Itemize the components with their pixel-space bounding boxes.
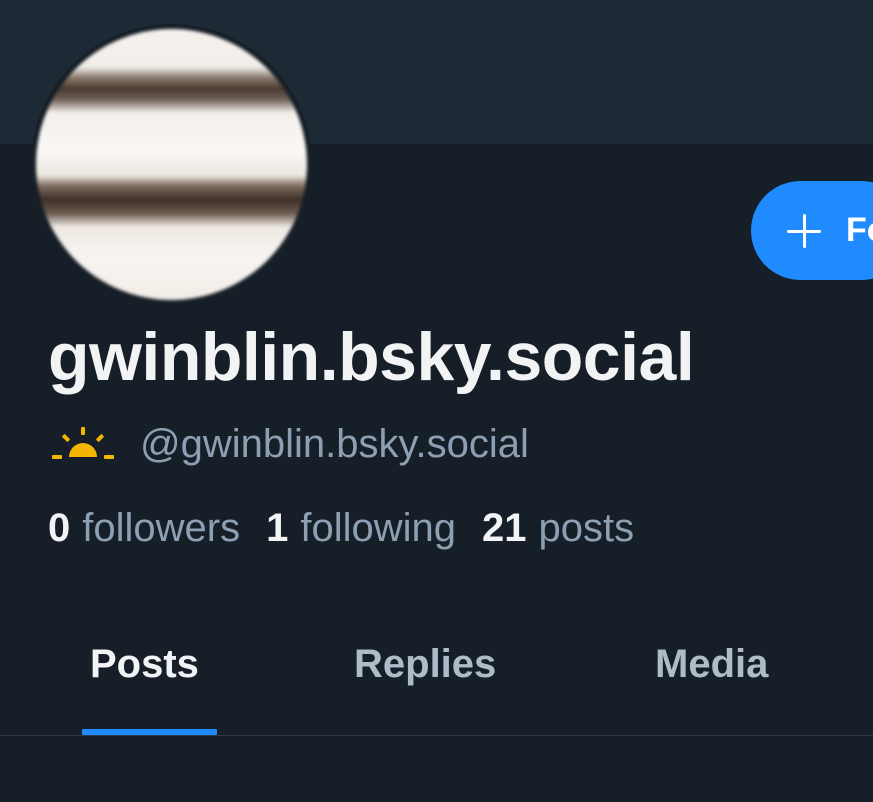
tab-media[interactable]: Media [655,642,768,687]
avatar[interactable] [31,24,312,305]
profile-stats: 0 followers 1 following 21 posts [48,506,660,551]
posts-count: 21 [482,506,527,550]
plus-icon [786,213,822,249]
follow-button-label: Fo [846,211,873,249]
follow-button[interactable]: Fo [751,181,873,280]
tab-posts[interactable]: Posts [90,642,199,687]
followers-count: 0 [48,506,71,550]
sunrise-icon [52,426,114,459]
following-label: following [300,506,456,550]
avatar-image [36,29,307,300]
profile-handle: @gwinblin.bsky.social [140,422,529,466]
following-count: 1 [266,506,289,550]
profile-handle-row: @gwinblin.bsky.social [52,422,529,467]
posts-stat: 21 posts [482,506,634,551]
tabs-divider [0,735,873,736]
tab-replies[interactable]: Replies [354,642,496,687]
followers-label: followers [82,506,241,550]
profile-display-name: gwinblin.bsky.social [48,319,695,395]
posts-label: posts [538,506,635,550]
following-stat[interactable]: 1 following [266,506,456,551]
followers-stat[interactable]: 0 followers [48,506,240,551]
